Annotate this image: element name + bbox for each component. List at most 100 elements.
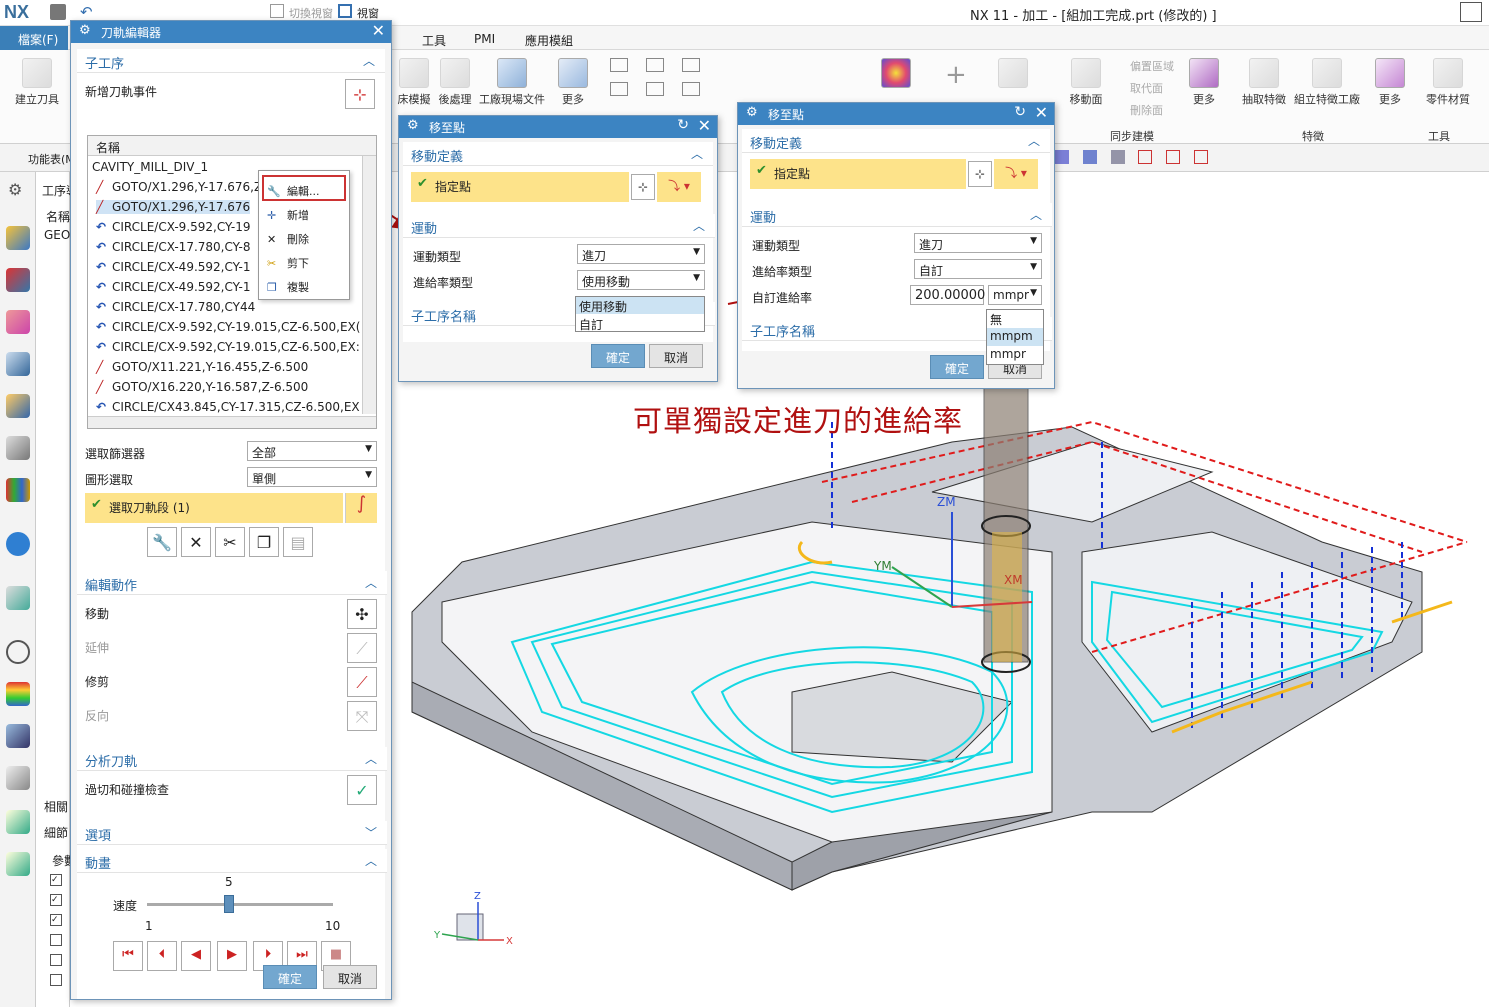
postprocess-button[interactable]: 後處理 — [436, 58, 474, 107]
step-back-icon[interactable]: ⏴ — [147, 941, 177, 971]
checkbox[interactable]: ✓ — [50, 914, 62, 926]
move-face-button[interactable]: 移動面 — [1066, 58, 1106, 107]
more-button-3[interactable]: 更多 — [1374, 58, 1406, 107]
table-row[interactable]: ↶ CIRCLE/CX-17.780,CY-8 — [96, 240, 251, 254]
chevron-up-icon[interactable]: ︿ — [365, 574, 377, 591]
sim-icon[interactable] — [6, 724, 30, 748]
section-options[interactable]: 選項 ﹀ — [77, 821, 387, 845]
table-row-selected[interactable]: ╱ GOTO/X1.296,Y-17.676 — [96, 200, 251, 214]
section-animation[interactable]: 動畫 ︿ — [77, 849, 387, 873]
point-dialog-button[interactable]: ⊹ — [968, 161, 992, 187]
scrollbar[interactable] — [362, 156, 376, 414]
option-custom[interactable]: 自訂 — [576, 315, 704, 332]
speed-slider-track[interactable] — [147, 895, 333, 913]
info-icon[interactable] — [6, 532, 30, 556]
rewind-icon[interactable]: ⏮ — [113, 941, 143, 971]
assembly-icon[interactable] — [6, 766, 30, 790]
specify-point-row[interactable]: ✔ 指定點 — [411, 172, 629, 202]
section-motion[interactable]: 運動 ︿ — [403, 214, 715, 238]
replace-face-label[interactable]: 取代面 — [1130, 80, 1163, 96]
option-mmpm[interactable]: mmpm — [987, 328, 1043, 346]
menu-tools[interactable]: 工具 — [422, 32, 446, 49]
section-move-def[interactable]: 移動定義 ︿ — [742, 129, 1050, 153]
history-icon[interactable] — [6, 436, 30, 460]
custom-feed-input[interactable]: 200.00000 — [910, 285, 985, 305]
assembly-feature-button[interactable]: 組立特徵工廠 — [1292, 58, 1362, 107]
select-segment-row[interactable]: ✔ 選取刀軌段 (1) — [85, 493, 343, 523]
motion-type-select[interactable]: 進刀 ▼ — [577, 244, 705, 264]
list-op-name[interactable]: CAVITY_MILL_DIV_1 — [92, 160, 208, 174]
filter-select[interactable]: 全部 ▼ — [247, 441, 377, 461]
checkbox[interactable] — [50, 974, 62, 986]
extend-button[interactable]: ⟋ — [347, 633, 377, 663]
chevron-up-icon[interactable]: ︿ — [1028, 132, 1040, 149]
shop-doc-button[interactable]: 工廠現場文件 — [478, 58, 546, 107]
section-move-def[interactable]: 移動定義 ︿ — [403, 142, 713, 166]
graphic-select[interactable]: 單側 ▼ — [247, 467, 377, 487]
play-icon[interactable]: ▶ — [217, 941, 247, 971]
table-row[interactable]: ↶ CIRCLE/CX-49.592,CY-1 — [96, 260, 251, 274]
menu-item-copy[interactable]: ❐ 複製 — [267, 279, 309, 295]
menu-item-cut[interactable]: ✂ 剪下 — [267, 255, 309, 271]
more-button-2[interactable]: 更多 — [1188, 58, 1220, 107]
chevron-up-icon[interactable]: ︿ — [365, 750, 377, 767]
ok-button[interactable]: 確定 — [930, 355, 984, 379]
feed-unit-select[interactable]: mmpr ▼ — [988, 285, 1042, 305]
more-button-1[interactable]: 更多 — [555, 58, 591, 107]
small-tool-icon[interactable] — [682, 58, 700, 72]
move-button[interactable]: ✣ — [347, 599, 377, 629]
section-analyze[interactable]: 分析刀軌 ︿ — [77, 747, 387, 771]
menu-item-delete[interactable]: ✕ 刪除 — [267, 231, 309, 247]
clock-icon[interactable] — [6, 640, 30, 664]
extract-button[interactable] — [995, 58, 1031, 91]
section-icon[interactable] — [1110, 150, 1125, 164]
palette-icon[interactable] — [6, 478, 30, 502]
gear-icon[interactable]: ⚙ — [79, 23, 91, 38]
section-motion[interactable]: 運動 ︿ — [742, 203, 1052, 227]
window-menu[interactable]: 視窗 — [357, 5, 379, 21]
new-event-button[interactable]: ⊹ — [345, 79, 375, 109]
create-tool-button[interactable]: 建立刀具 — [14, 58, 60, 107]
menu-item-new[interactable]: ✛ 新增 — [267, 207, 309, 223]
chevron-up-icon[interactable]: ︿ — [693, 217, 705, 234]
point-dialog-button[interactable]: ⊹ — [631, 174, 655, 200]
part-material-button[interactable]: 零件材質 — [1424, 58, 1472, 107]
shade-icon[interactable] — [1055, 150, 1069, 164]
menu-item-edit[interactable]: 🔧 編輯... — [267, 183, 320, 199]
undo-icon[interactable]: ↶ — [80, 3, 93, 21]
checkbox[interactable]: ✓ — [50, 894, 62, 906]
section-subop[interactable]: 子工序 ︿ — [77, 49, 385, 73]
operation-navigator-icon[interactable] — [6, 226, 30, 250]
horizontal-scrollbar[interactable] — [88, 416, 376, 428]
machine-analysis-button[interactable] — [868, 58, 924, 91]
menu-pmi[interactable]: PMI — [474, 32, 495, 46]
small-tool-icon[interactable] — [610, 82, 628, 96]
checkbox[interactable]: ✓ — [50, 874, 62, 886]
table-row[interactable]: ↶ CIRCLE/CX-9.592,CY-19.015,CZ-6.500,EX( — [96, 320, 360, 334]
switch-window-icon[interactable] — [270, 4, 284, 18]
motion-type-select[interactable]: 進刀 ▼ — [914, 233, 1042, 253]
option-use-move[interactable]: 使用移動 — [576, 297, 704, 314]
ok-button[interactable]: 確定 — [263, 965, 317, 989]
close-icon[interactable]: ✕ — [372, 21, 385, 40]
play-back-icon[interactable]: ◀ — [181, 941, 211, 971]
reset-icon[interactable]: ↻ — [677, 117, 689, 133]
option-mmpr[interactable]: mmpr — [987, 346, 1043, 364]
gear-icon[interactable]: ⚙ — [746, 105, 758, 120]
trim-button[interactable]: ⟋ — [347, 667, 377, 697]
table-row[interactable]: ↶ CIRCLE/CX-17.780,CY44 — [96, 300, 255, 314]
navigator-detail[interactable]: 細節 — [44, 824, 68, 841]
table-row[interactable]: ╱ GOTO/X11.221,Y-16.455,Z-6.500 — [96, 360, 308, 374]
save-icon[interactable] — [50, 4, 66, 20]
close-icon[interactable]: ✕ — [698, 116, 711, 135]
curve-icon[interactable]: ∫ — [345, 493, 377, 523]
table-row[interactable]: ╱ GOTO/X16.220,Y-16.587,Z-6.500 — [96, 380, 308, 394]
chevron-up-icon[interactable]: ︿ — [363, 52, 375, 69]
copy-icon[interactable]: ❐ — [249, 527, 279, 557]
snap-icon[interactable] — [1194, 150, 1209, 164]
reset-icon[interactable]: ↻ — [1014, 104, 1026, 120]
cut-icon[interactable]: ✂ — [215, 527, 245, 557]
delete-face-label[interactable]: 刪除面 — [1130, 102, 1163, 118]
reverse-button[interactable]: ⤧ — [347, 701, 377, 731]
plus-icon[interactable]: + — [945, 60, 967, 90]
